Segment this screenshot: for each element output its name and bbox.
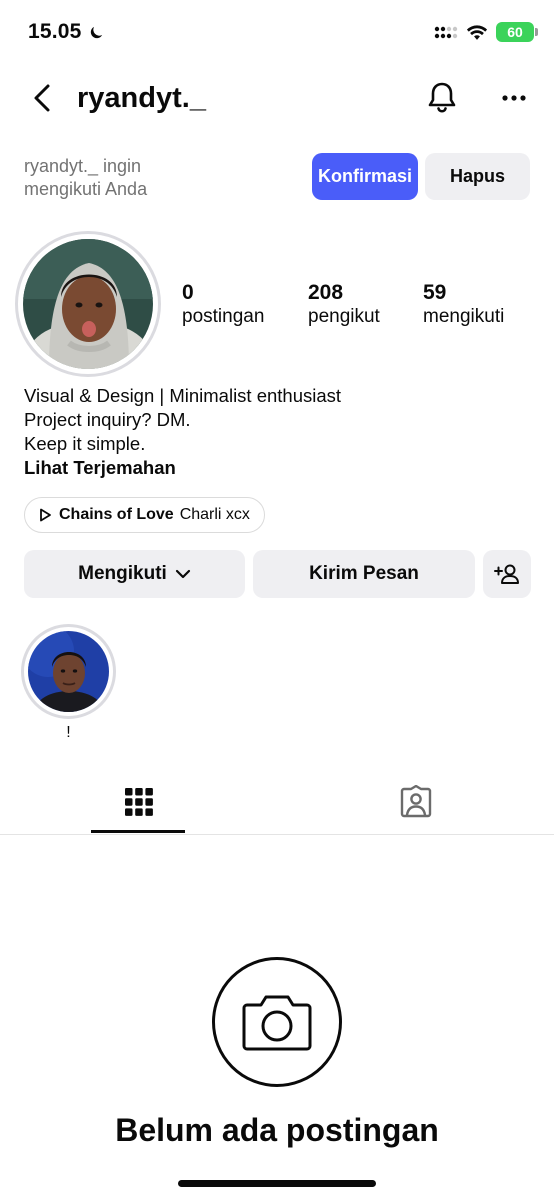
tab-divider: [0, 834, 554, 835]
bio-line1: Visual & Design | Minimalist enthusiast: [24, 385, 342, 406]
tab-tagged[interactable]: [277, 770, 554, 834]
profile-avatar-ring[interactable]: [15, 231, 161, 377]
bell-icon: [428, 82, 456, 113]
follow-request-banner: ryandyt._ ingin mengikuti Anda Konfirmas…: [0, 152, 554, 204]
bio-line3: Keep it simple.: [24, 433, 146, 454]
chevron-left-icon: [34, 84, 50, 112]
highlight-label: !: [66, 724, 71, 741]
tagged-person-icon: [400, 785, 431, 818]
follow-request-line2: mengikuti Anda: [24, 179, 148, 199]
profile-music-chip[interactable]: Chains of Love Charli xcx: [24, 497, 265, 533]
play-icon: [40, 508, 51, 522]
profile-bio: Visual & Design | Minimalist enthusiast …: [24, 384, 341, 480]
story-highlight[interactable]: [21, 624, 116, 719]
empty-state-camera: [212, 957, 342, 1087]
stat-followers-label: pengikut: [308, 306, 380, 327]
chevron-down-icon: [175, 569, 190, 579]
follow-request-line1: ryandyt._ ingin: [24, 156, 142, 176]
notifications-button[interactable]: [422, 78, 462, 118]
tab-posts-grid[interactable]: [0, 770, 277, 834]
highlight-cover: [28, 631, 109, 712]
add-user-icon: [494, 564, 519, 584]
back-button[interactable]: [24, 80, 60, 116]
header-username: ryandyt._: [77, 82, 206, 114]
cellular-icon: [434, 26, 458, 39]
home-indicator[interactable]: [178, 1180, 376, 1187]
delete-button[interactable]: Hapus: [425, 153, 530, 200]
status-icons: 60: [434, 22, 538, 42]
bio-line2: Project inquiry? DM.: [24, 409, 191, 430]
camera-icon: [242, 995, 312, 1051]
stat-following-label: mengikuti: [423, 306, 505, 327]
stat-followers-value: 208: [308, 281, 344, 304]
stat-followers[interactable]: 208 pengikut: [308, 280, 380, 329]
stat-posts[interactable]: 0 postingan: [182, 280, 264, 329]
status-time-text: 15.05: [28, 20, 82, 43]
moon-icon: [90, 26, 102, 38]
stat-following-value: 59: [423, 281, 447, 304]
more-horizontal-icon: [502, 95, 526, 101]
suggested-users-button[interactable]: [483, 550, 531, 598]
status-time: 15.05: [28, 20, 105, 44]
more-options-button[interactable]: [494, 78, 534, 118]
avatar: [23, 239, 153, 369]
confirm-button[interactable]: Konfirmasi: [312, 153, 418, 200]
music-artist: Charli xcx: [179, 506, 250, 523]
active-tab-indicator: [91, 830, 185, 833]
grid-icon: [124, 788, 153, 816]
status-bar: 15.05 60: [0, 0, 554, 64]
follow-request-text: ryandyt._ ingin mengikuti Anda: [24, 155, 147, 201]
music-title: Chains of Love: [59, 506, 174, 523]
profile-header: ryandyt._: [0, 70, 554, 126]
stat-following[interactable]: 59 mengikuti: [423, 280, 504, 329]
following-label: Mengikuti: [78, 563, 167, 584]
see-translation-link[interactable]: Lihat Terjemahan: [24, 456, 341, 480]
battery-indicator: 60: [496, 22, 538, 42]
following-button[interactable]: Mengikuti: [24, 550, 245, 598]
battery-level: 60: [507, 24, 523, 40]
send-message-button[interactable]: Kirim Pesan: [253, 550, 475, 598]
stat-posts-label: postingan: [182, 306, 265, 327]
empty-state-title: Belum ada postingan: [115, 1112, 439, 1148]
stat-posts-value: 0: [182, 281, 194, 304]
wifi-icon: [466, 24, 488, 40]
